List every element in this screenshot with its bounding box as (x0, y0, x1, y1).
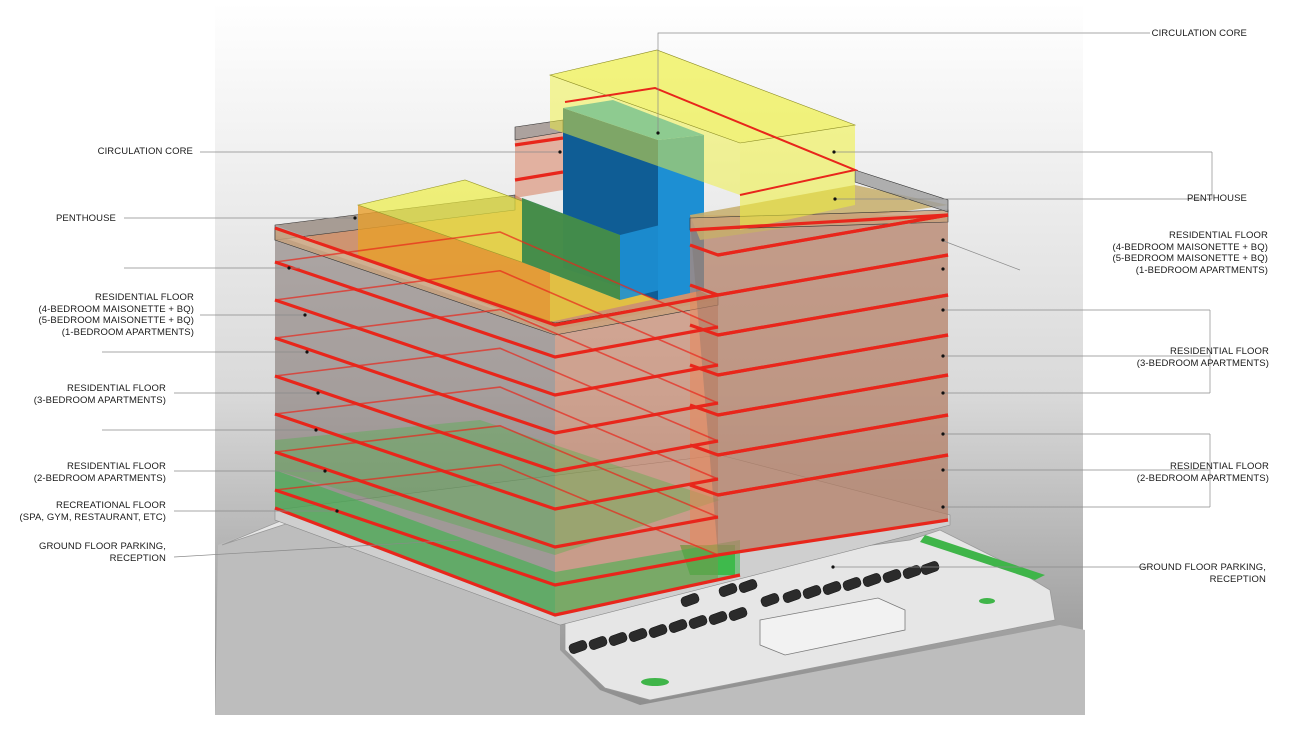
leader-dot (287, 266, 291, 270)
leader-dot (941, 432, 945, 436)
label-left-residential-2bed: RESIDENTIAL FLOOR (2-BEDROOM APARTMENTS) (33, 461, 166, 484)
label-right-residential-3bed: RESIDENTIAL FLOOR (3-BEDROOM APARTMENTS) (1136, 346, 1269, 369)
label-left-penthouse: PENTHOUSE (55, 213, 116, 224)
label-right-residential-maisonette: RESIDENTIAL FLOOR (4-BEDROOM MAISONETTE … (1112, 230, 1268, 276)
label-left-circulation-core: CIRCULATION CORE (97, 146, 193, 157)
leader-dot (558, 150, 562, 154)
leader-dot (323, 469, 327, 473)
leader-dot (941, 468, 945, 472)
leader-dot (941, 308, 945, 312)
leader-dot (941, 505, 945, 509)
label-left-residential-3bed: RESIDENTIAL FLOOR (3-BEDROOM APARTMENTS) (33, 383, 166, 406)
leader-dot (831, 565, 835, 569)
label-right-ground-floor: GROUND FLOOR PARKING, RECEPTION (1138, 562, 1266, 585)
landscape-planter (979, 598, 995, 604)
leader-dot (305, 350, 309, 354)
leader-dot (353, 216, 357, 220)
label-left-residential-maisonette: RESIDENTIAL FLOOR (4-BEDROOM MAISONETTE … (38, 292, 194, 338)
leader-dot (941, 391, 945, 395)
landscape-planter (641, 678, 669, 686)
label-left-recreational: RECREATIONAL FLOOR (SPA, GYM, RESTAURANT… (19, 500, 166, 523)
leader-dot (832, 150, 836, 154)
building-illustration (102, 3, 1213, 715)
leader-dot (335, 509, 339, 513)
leader-dot (941, 354, 945, 358)
leader-dot (303, 313, 307, 317)
leader-dot (941, 238, 945, 242)
leader-dot (833, 197, 837, 201)
label-right-penthouse: PENTHOUSE (1186, 193, 1247, 204)
leader-dot (316, 391, 320, 395)
label-left-ground-floor: GROUND FLOOR PARKING, RECEPTION (38, 541, 166, 564)
label-right-circulation-core: CIRCULATION CORE (1151, 28, 1247, 39)
label-right-residential-2bed: RESIDENTIAL FLOOR (2-BEDROOM APARTMENTS) (1136, 461, 1269, 484)
right-wing-front (690, 215, 948, 555)
leader-dot (656, 131, 660, 135)
leader-dot (314, 428, 318, 432)
leader-dot (941, 267, 945, 271)
building-diagram: CIRCULATION CORE PENTHOUSE RESIDENTIAL F… (0, 0, 1290, 725)
